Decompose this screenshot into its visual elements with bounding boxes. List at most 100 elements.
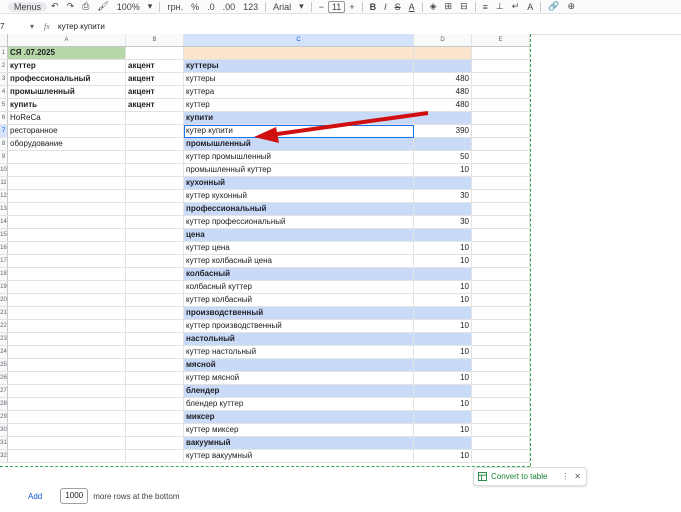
cell-c[interactable]: куттер производственный [183, 319, 414, 333]
row-header[interactable]: 2 [0, 59, 8, 73]
column-header-d[interactable]: D [413, 34, 472, 47]
cell-b[interactable] [125, 241, 184, 255]
row-header[interactable]: 14 [0, 215, 8, 229]
row-header[interactable]: 32 [0, 449, 8, 463]
cell-d[interactable]: 10 [413, 280, 472, 294]
cell-c[interactable]: куттер промышленный [183, 150, 414, 164]
cell-e[interactable] [471, 371, 530, 385]
add-rows-button[interactable]: Add [28, 492, 42, 501]
cell-c[interactable]: куттер цена [183, 241, 414, 255]
insert-link-icon[interactable]: 🔗 [544, 1, 563, 12]
cell-a[interactable] [7, 436, 126, 450]
cell-d[interactable] [413, 410, 472, 424]
row-header[interactable]: 8 [0, 137, 8, 151]
cell-e[interactable] [471, 397, 530, 411]
column-header-c[interactable]: C [183, 34, 414, 47]
formula-input[interactable]: кутер купити [58, 22, 105, 31]
cell-e[interactable] [471, 46, 530, 60]
cell-b[interactable] [125, 358, 184, 372]
cell-c[interactable]: куттер миксер [183, 423, 414, 437]
row-header[interactable]: 1 [0, 46, 8, 60]
rows-count-input[interactable]: 1000 [60, 488, 89, 504]
select-all-corner[interactable] [0, 34, 8, 47]
row-header[interactable]: 29 [0, 410, 8, 424]
cell-e[interactable] [471, 449, 530, 463]
cell-a[interactable]: HoReCa [7, 111, 126, 125]
more-options-icon[interactable]: ⋮ [558, 472, 572, 481]
cell-e[interactable] [471, 345, 530, 359]
cell-b[interactable] [125, 436, 184, 450]
cell-e[interactable] [471, 111, 530, 125]
cell-c[interactable]: мясной [183, 358, 414, 372]
cell-a[interactable] [7, 332, 126, 346]
cell-a[interactable] [7, 163, 126, 177]
cell-b[interactable] [125, 228, 184, 242]
cell-e[interactable] [471, 124, 530, 138]
row-header[interactable]: 20 [0, 293, 8, 307]
cell-d[interactable]: 480 [413, 72, 472, 86]
cell-c[interactable]: промышленный куттер [183, 163, 414, 177]
row-header[interactable]: 19 [0, 280, 8, 294]
cell-a[interactable]: промышленный [7, 85, 126, 99]
cell-d[interactable]: 10 [413, 397, 472, 411]
cell-a[interactable] [7, 410, 126, 424]
cell-b[interactable] [125, 345, 184, 359]
cell-e[interactable] [471, 202, 530, 216]
cell-a[interactable] [7, 306, 126, 320]
cell-d[interactable] [413, 436, 472, 450]
cell-c[interactable]: купити [183, 111, 414, 125]
cell-b[interactable] [125, 371, 184, 385]
cell-b[interactable] [125, 410, 184, 424]
row-header[interactable]: 28 [0, 397, 8, 411]
cell-c[interactable]: куттер профессиональный [183, 215, 414, 229]
cell-e[interactable] [471, 150, 530, 164]
borders-icon[interactable]: ⊞ [441, 1, 457, 12]
wrap-text-icon[interactable]: ↵ [508, 1, 524, 12]
cell-a[interactable] [7, 280, 126, 294]
cell-c[interactable]: блендер [183, 384, 414, 398]
cell-a[interactable] [7, 176, 126, 190]
cell-e[interactable] [471, 332, 530, 346]
cell-c[interactable]: промышленный [183, 137, 414, 151]
cell-a[interactable]: куттер [7, 59, 126, 73]
insert-comment-icon[interactable]: ⊕ [564, 1, 580, 12]
cell-b[interactable] [125, 384, 184, 398]
align-horizontal-icon[interactable]: ≡ [479, 2, 492, 12]
cell-c[interactable]: настольный [183, 332, 414, 346]
cell-d[interactable]: 50 [413, 150, 472, 164]
cell-e[interactable] [471, 436, 530, 450]
chevron-down-icon[interactable]: ▾ [144, 1, 157, 12]
cell-d[interactable] [413, 358, 472, 372]
cell-d[interactable] [413, 202, 472, 216]
cell-d[interactable]: 10 [413, 423, 472, 437]
cell-c[interactable]: куттер колбасный цена [183, 254, 414, 268]
strikethrough-button[interactable]: S [391, 2, 405, 12]
cell-a[interactable] [7, 358, 126, 372]
redo-icon[interactable]: ↷ [63, 1, 79, 12]
cell-d[interactable]: 390 [413, 124, 472, 138]
row-header[interactable]: 16 [0, 241, 8, 255]
cell-c[interactable]: куттер колбасный [183, 293, 414, 307]
cell-b[interactable] [125, 137, 184, 151]
row-header[interactable]: 11 [0, 176, 8, 190]
cell-c[interactable]: куттеры [183, 59, 414, 73]
cell-e[interactable] [471, 85, 530, 99]
cell-e[interactable] [471, 319, 530, 333]
row-header[interactable]: 5 [0, 98, 8, 112]
decrease-font-button[interactable]: − [315, 2, 328, 12]
row-header[interactable]: 6 [0, 111, 8, 125]
cell-d[interactable]: 10 [413, 371, 472, 385]
row-header[interactable]: 12 [0, 189, 8, 203]
cell-b[interactable] [125, 254, 184, 268]
cell-d[interactable]: 10 [413, 319, 472, 333]
row-header[interactable]: 15 [0, 228, 8, 242]
cell-e[interactable] [471, 410, 530, 424]
cell-d[interactable]: 10 [413, 241, 472, 255]
cell-b[interactable] [125, 267, 184, 281]
cell-e[interactable] [471, 306, 530, 320]
cell-c[interactable]: куттер мясной [183, 371, 414, 385]
cell-a[interactable] [7, 215, 126, 229]
cell-c[interactable]: куттер настольный [183, 345, 414, 359]
cell-c[interactable]: куттер кухонный [183, 189, 414, 203]
cell-e[interactable] [471, 228, 530, 242]
